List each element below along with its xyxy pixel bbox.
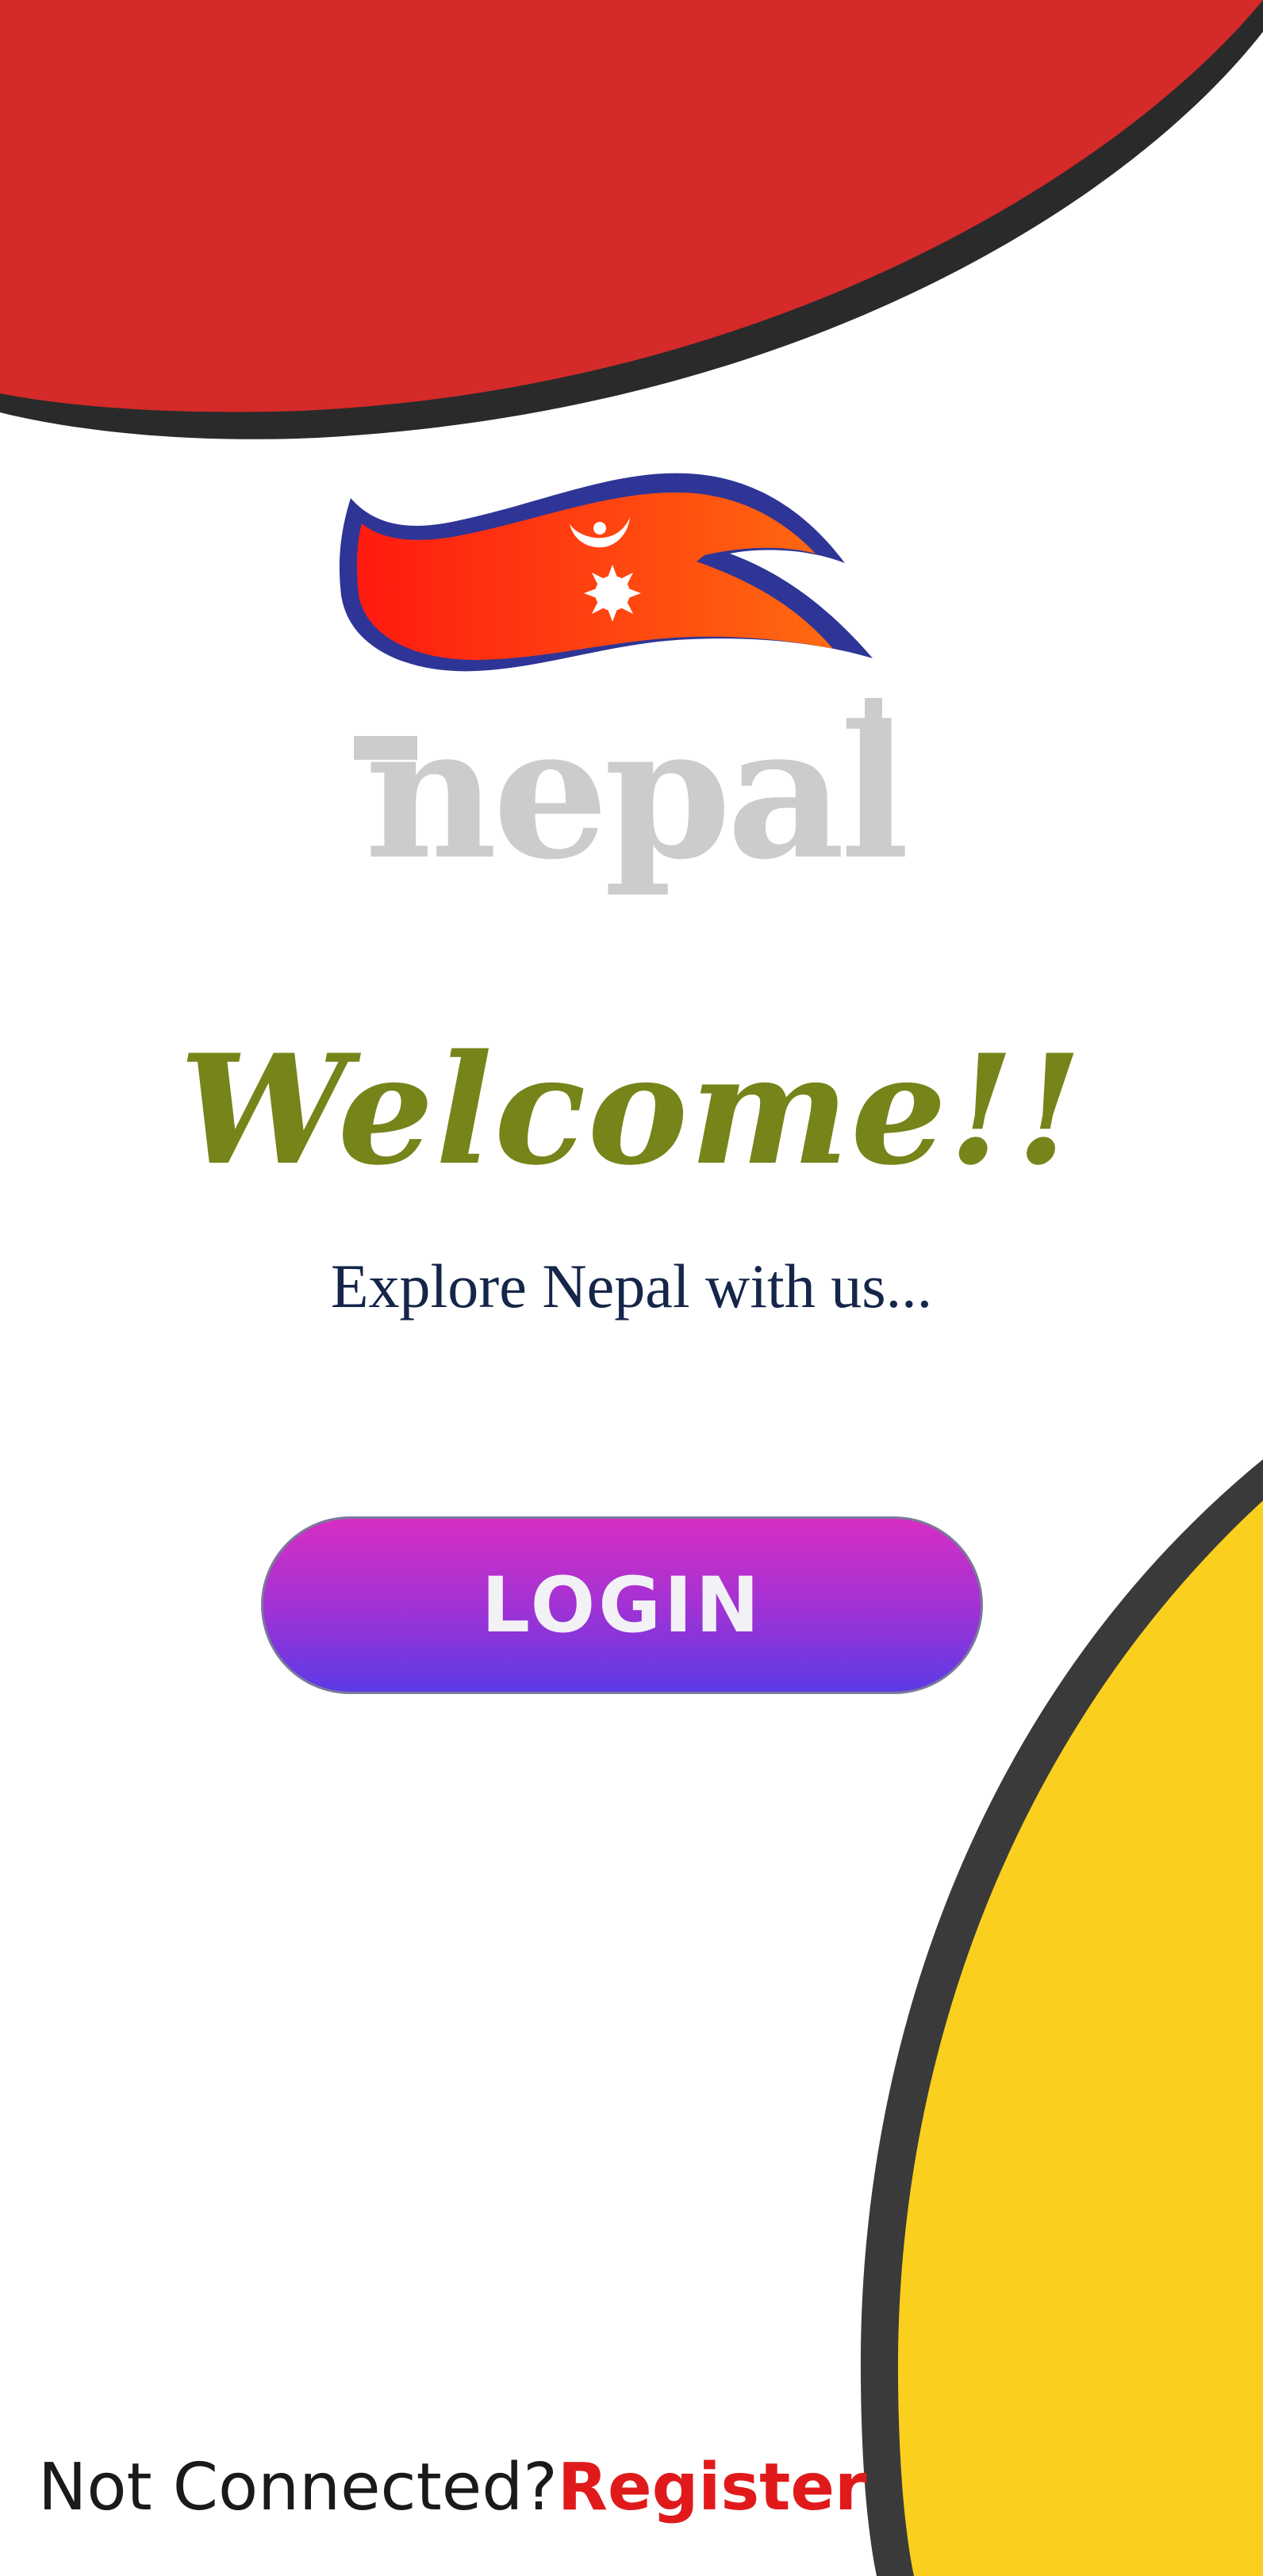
not-connected-text: Not Connected? — [38, 2450, 558, 2525]
nepal-logo: nepal — [317, 460, 952, 968]
welcome-title: Welcome!! — [179, 1022, 1084, 1198]
top-blob — [0, 0, 1263, 412]
register-link[interactable]: Register — [558, 2444, 867, 2532]
login-button-label: LOGIN — [481, 1561, 763, 1650]
register-prompt: Not Connected? Register — [38, 2444, 866, 2532]
nepal-flag-icon — [339, 473, 873, 672]
logo-wordmark: nepal — [365, 686, 905, 900]
welcome-tagline: Explore Nepal with us... — [330, 1252, 933, 1321]
login-button[interactable]: LOGIN — [261, 1516, 983, 1694]
